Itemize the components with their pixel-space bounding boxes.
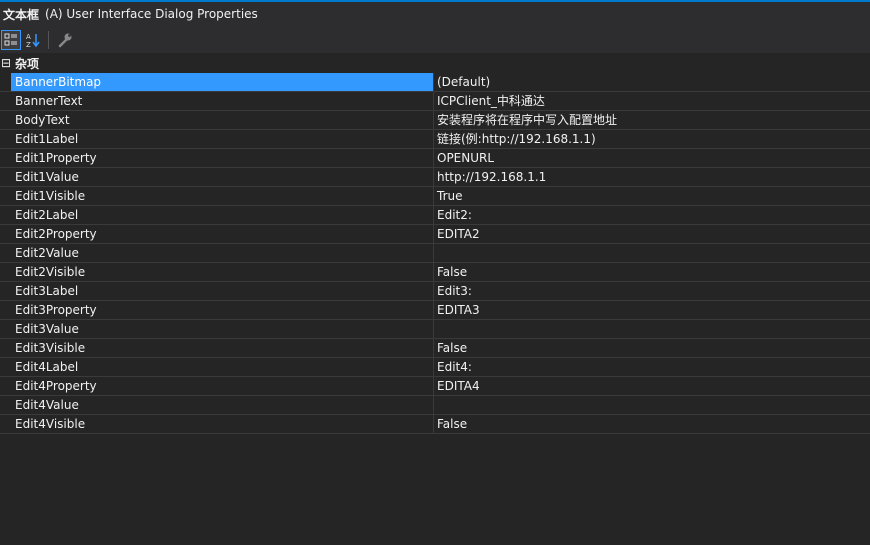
row-gutter bbox=[0, 415, 11, 433]
property-value[interactable]: False bbox=[434, 415, 870, 433]
property-value[interactable]: False bbox=[434, 339, 870, 357]
object-name: 文本框 bbox=[3, 7, 40, 22]
property-row[interactable]: Edit3Visible False bbox=[0, 339, 870, 358]
property-name[interactable]: BannerText bbox=[11, 92, 433, 110]
row-gutter bbox=[0, 339, 11, 357]
row-gutter bbox=[0, 92, 11, 110]
object-selector[interactable]: 文本框 (A) User Interface Dialog Properties bbox=[0, 2, 870, 26]
property-name[interactable]: Edit3Label bbox=[11, 282, 433, 300]
row-gutter bbox=[0, 282, 11, 300]
property-row[interactable]: Edit4Label Edit4: bbox=[0, 358, 870, 377]
properties-toolbar: A Z bbox=[0, 26, 870, 53]
property-value[interactable] bbox=[434, 396, 870, 414]
property-name[interactable]: Edit4Label bbox=[11, 358, 433, 376]
property-row[interactable]: Edit1Value http://192.168.1.1 bbox=[0, 168, 870, 187]
row-gutter bbox=[0, 187, 11, 205]
toolbar-separator bbox=[48, 30, 49, 49]
property-row[interactable]: Edit4Value bbox=[0, 396, 870, 415]
property-row[interactable]: Edit3Property EDITA3 bbox=[0, 301, 870, 320]
property-name[interactable]: Edit3Property bbox=[11, 301, 433, 319]
svg-text:Z: Z bbox=[26, 41, 31, 48]
property-row[interactable]: BannerText ICPClient_中科通达 bbox=[0, 92, 870, 111]
property-name[interactable]: Edit2Visible bbox=[11, 263, 433, 281]
row-gutter bbox=[0, 377, 11, 395]
property-value[interactable]: Edit3: bbox=[434, 282, 870, 300]
property-row[interactable]: BannerBitmap (Default) bbox=[0, 73, 870, 92]
property-name[interactable]: Edit4Visible bbox=[11, 415, 433, 433]
row-gutter bbox=[0, 320, 11, 338]
property-row[interactable]: Edit3Value bbox=[0, 320, 870, 339]
row-gutter bbox=[0, 358, 11, 376]
property-row[interactable]: Edit1Visible True bbox=[0, 187, 870, 206]
property-grid: BannerBitmap (Default) BannerText ICPClient… bbox=[0, 73, 870, 434]
categorized-icon bbox=[4, 33, 17, 45]
row-gutter bbox=[0, 301, 11, 319]
property-name[interactable]: Edit2Value bbox=[11, 244, 433, 262]
object-type: (A) User Interface Dialog Properties bbox=[45, 7, 258, 21]
property-value[interactable]: True bbox=[434, 187, 870, 205]
row-gutter bbox=[0, 73, 11, 91]
property-value[interactable]: False bbox=[434, 263, 870, 281]
property-row[interactable]: Edit2Property EDITA2 bbox=[0, 225, 870, 244]
property-value[interactable]: Edit2: bbox=[434, 206, 870, 224]
row-gutter bbox=[0, 225, 11, 243]
category-misc[interactable]: ⊟ 杂项 bbox=[0, 54, 870, 72]
property-value[interactable]: OPENURL bbox=[434, 149, 870, 167]
alphabetical-button[interactable]: A Z bbox=[23, 30, 43, 50]
property-value[interactable]: Edit4: bbox=[434, 358, 870, 376]
property-name[interactable]: Edit1Visible bbox=[11, 187, 433, 205]
row-gutter bbox=[0, 168, 11, 186]
property-name[interactable]: Edit4Value bbox=[11, 396, 433, 414]
property-value[interactable]: ICPClient_中科通达 bbox=[434, 92, 870, 110]
property-row[interactable]: Edit4Property EDITA4 bbox=[0, 377, 870, 396]
row-gutter bbox=[0, 149, 11, 167]
property-row[interactable]: BodyText 安装程序将在程序中写入配置地址 bbox=[0, 111, 870, 130]
property-value[interactable]: 链接(例:http://192.168.1.1) bbox=[434, 130, 870, 148]
property-row[interactable]: Edit1Label 链接(例:http://192.168.1.1) bbox=[0, 130, 870, 149]
property-name[interactable]: Edit3Value bbox=[11, 320, 433, 338]
sort-az-icon: A Z bbox=[26, 33, 40, 48]
row-gutter bbox=[0, 244, 11, 262]
property-row[interactable]: Edit2Label Edit2: bbox=[0, 206, 870, 225]
category-label: 杂项 bbox=[15, 56, 40, 71]
property-value[interactable]: (Default) bbox=[434, 73, 870, 91]
row-gutter bbox=[0, 130, 11, 148]
property-row[interactable]: Edit3Label Edit3: bbox=[0, 282, 870, 301]
property-name[interactable]: Edit1Label bbox=[11, 130, 433, 148]
row-gutter bbox=[0, 396, 11, 414]
property-name[interactable]: Edit4Property bbox=[11, 377, 433, 395]
property-value[interactable]: http://192.168.1.1 bbox=[434, 168, 870, 186]
property-row[interactable]: Edit1Property OPENURL bbox=[0, 149, 870, 168]
property-name[interactable]: Edit1Property bbox=[11, 149, 433, 167]
property-pages-button[interactable] bbox=[55, 30, 75, 50]
property-name[interactable]: BodyText bbox=[11, 111, 433, 129]
property-value[interactable]: EDITA2 bbox=[434, 225, 870, 243]
property-value[interactable]: EDITA3 bbox=[434, 301, 870, 319]
property-name[interactable]: Edit2Property bbox=[11, 225, 433, 243]
row-gutter bbox=[0, 111, 11, 129]
categorized-button[interactable] bbox=[1, 29, 21, 50]
property-value[interactable] bbox=[434, 320, 870, 338]
property-value[interactable]: 安装程序将在程序中写入配置地址 bbox=[434, 111, 870, 129]
property-name[interactable]: Edit1Value bbox=[11, 168, 433, 186]
property-row[interactable]: Edit2Value bbox=[0, 244, 870, 263]
property-name[interactable]: BannerBitmap bbox=[11, 73, 433, 91]
svg-text:A: A bbox=[26, 33, 31, 41]
property-row[interactable]: Edit4Visible False bbox=[0, 415, 870, 434]
property-row[interactable]: Edit2Visible False bbox=[0, 263, 870, 282]
property-name[interactable]: Edit3Visible bbox=[11, 339, 433, 357]
collapse-icon[interactable]: ⊟ bbox=[0, 56, 12, 70]
property-value[interactable] bbox=[434, 244, 870, 262]
property-value[interactable]: EDITA4 bbox=[434, 377, 870, 395]
property-name[interactable]: Edit2Label bbox=[11, 206, 433, 224]
row-gutter bbox=[0, 206, 11, 224]
wrench-icon bbox=[58, 33, 72, 47]
row-gutter bbox=[0, 263, 11, 281]
